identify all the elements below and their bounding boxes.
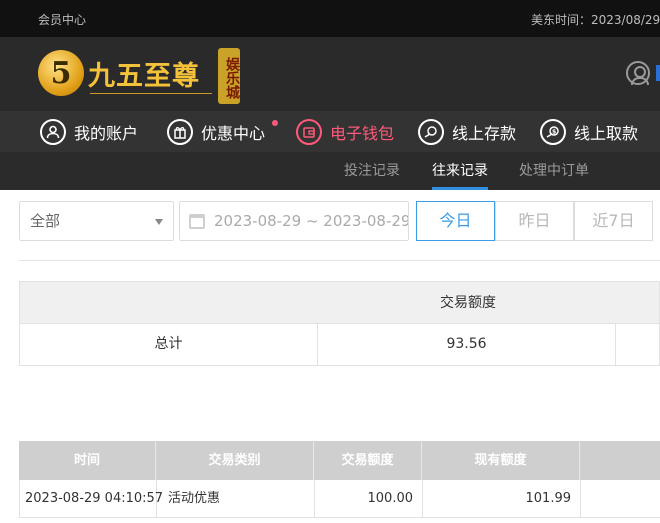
date-range-value: 2023-08-29 ~ 2023-08-29 bbox=[214, 212, 409, 230]
nav-e-wallet[interactable]: 电子钱包 bbox=[296, 111, 394, 152]
notification-dot bbox=[272, 120, 278, 126]
cell-balance: 101.99 bbox=[423, 480, 581, 517]
nav-label: 我的账户 bbox=[74, 123, 139, 143]
summary-row: 总计 93.56 bbox=[19, 323, 660, 366]
table-header: 时间 交易类别 交易额度 现有额度 bbox=[19, 441, 660, 480]
withdraw-icon: $ bbox=[540, 118, 566, 145]
gift-icon bbox=[167, 118, 193, 145]
col-balance: 现有额度 bbox=[422, 441, 580, 480]
date-range-input[interactable]: 2023-08-29 ~ 2023-08-29 bbox=[179, 201, 409, 241]
summary-header-label: 交易额度 bbox=[440, 295, 496, 311]
deposit-icon bbox=[418, 118, 444, 145]
tab-transaction-records[interactable]: 往来记录 bbox=[432, 152, 488, 190]
chevron-down-icon bbox=[155, 219, 163, 225]
user-link-edge[interactable] bbox=[656, 65, 660, 81]
logo-coin: 5 bbox=[38, 50, 84, 96]
col-time: 时间 bbox=[19, 441, 156, 480]
cell-extra bbox=[581, 480, 660, 517]
col-type: 交易类别 bbox=[156, 441, 314, 480]
last-7-days-button[interactable]: 近7日 bbox=[574, 201, 653, 241]
calendar-icon bbox=[189, 214, 205, 229]
col-extra bbox=[580, 441, 660, 480]
logo[interactable]: 5 九五至尊 娱乐城 bbox=[38, 46, 243, 104]
header: 5 九五至尊 娱乐城 bbox=[0, 37, 660, 111]
nav-online-deposit[interactable]: 线上存款 bbox=[418, 111, 516, 152]
nav-label: 线上存款 bbox=[452, 123, 517, 143]
wallet-icon bbox=[296, 118, 322, 145]
summary-header: 交易额度 bbox=[19, 281, 660, 323]
summary-value: 93.56 bbox=[318, 324, 616, 365]
user-icon bbox=[40, 118, 66, 145]
svg-text:$: $ bbox=[552, 128, 556, 135]
logo-seal: 娱乐城 bbox=[218, 48, 240, 104]
nav-label: 电子钱包 bbox=[330, 123, 395, 143]
main-nav: 我的账户 优惠中心 电子钱包 线上存款 $ 线上取款 bbox=[0, 111, 660, 152]
cell-time: 2023-08-29 04:10:57 bbox=[20, 480, 163, 517]
cell-type: 活动优惠 bbox=[157, 480, 315, 517]
type-select-value: 全部 bbox=[30, 212, 61, 230]
col-amount: 交易额度 bbox=[314, 441, 422, 480]
logo-flourish bbox=[90, 93, 212, 94]
sub-nav: 投注记录 往来记录 处理中订单 bbox=[0, 152, 660, 190]
cell-amount: 100.00 bbox=[315, 480, 423, 517]
today-button[interactable]: 今日 bbox=[416, 201, 495, 241]
tab-pending-orders[interactable]: 处理中订单 bbox=[519, 152, 589, 190]
logo-brand: 九五至尊 bbox=[88, 61, 200, 92]
user-icon[interactable] bbox=[626, 61, 650, 85]
member-center-label[interactable]: 会员中心 bbox=[38, 11, 86, 28]
nav-promotions[interactable]: 优惠中心 bbox=[167, 111, 265, 152]
top-bar: 会员中心 美东时间：2023/08/29 bbox=[0, 0, 660, 37]
yesterday-button[interactable]: 昨日 bbox=[495, 201, 574, 241]
nav-label: 线上取款 bbox=[574, 123, 639, 143]
table-row: 2023-08-29 04:10:57 活动优惠 100.00 101.99 bbox=[19, 480, 660, 518]
summary-label: 总计 bbox=[20, 324, 318, 365]
nav-online-withdraw[interactable]: $ 线上取款 bbox=[540, 111, 638, 152]
type-select[interactable]: 全部 bbox=[19, 201, 174, 241]
eastern-time-label: 美东时间：2023/08/29 bbox=[531, 13, 660, 27]
tab-bet-records[interactable]: 投注记录 bbox=[344, 152, 400, 190]
divider bbox=[19, 260, 660, 261]
nav-my-account[interactable]: 我的账户 bbox=[40, 111, 138, 152]
nav-label: 优惠中心 bbox=[201, 123, 266, 143]
